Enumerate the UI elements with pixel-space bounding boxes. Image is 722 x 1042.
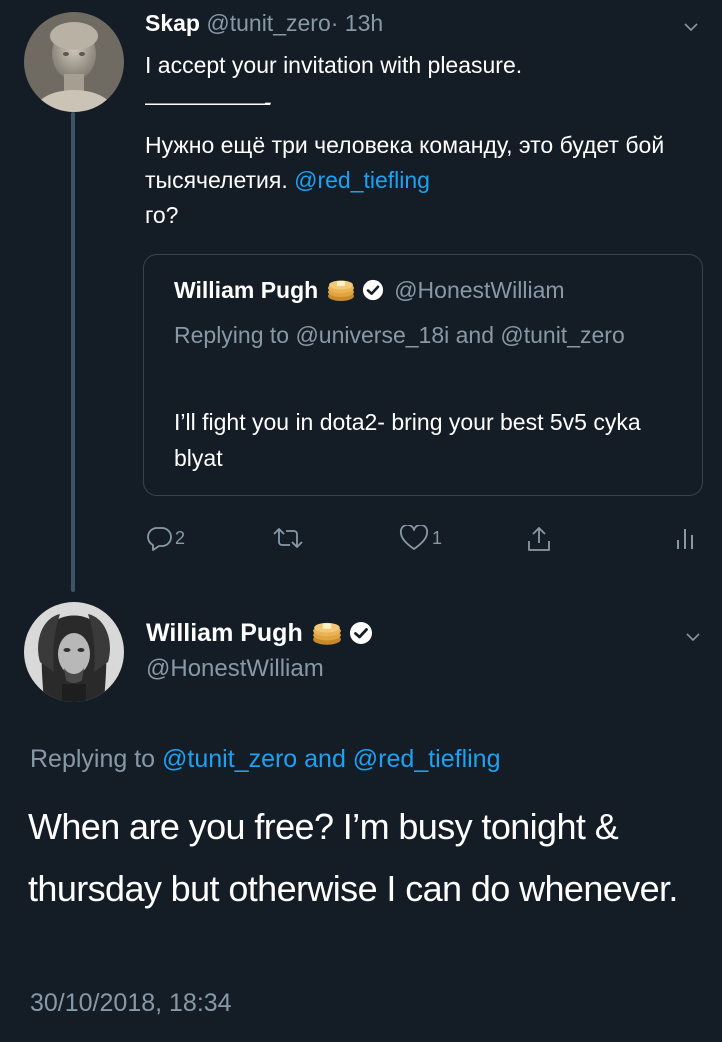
quoted-tweet-header: William Pugh @HonestWilliam (174, 275, 565, 305)
reply-icon (147, 527, 172, 551)
tweet2-author-name[interactable]: William Pugh (146, 618, 303, 648)
tweet2-replying-mentions[interactable]: @tunit_zero and @red_tiefling (162, 745, 500, 773)
pancakes-emoji-icon (312, 622, 341, 645)
tweet1-main-text: Нужно ещё три человека команду, это буде… (145, 128, 705, 233)
quoted-tweet-card[interactable]: William Pugh @HonestWilliam Replying to … (143, 254, 703, 496)
avatar-skap[interactable] (24, 12, 124, 112)
quoted-author-name: William Pugh (174, 277, 319, 303)
like-button[interactable]: 1 (399, 525, 442, 551)
reply-button[interactable]: 2 (145, 525, 185, 551)
tweet2-text: When are you free? I’m busy tonight & th… (28, 806, 678, 909)
tweet2-replying-to: Replying to @tunit_zero and @red_tieflin… (30, 742, 500, 776)
retweet-button[interactable] (271, 525, 305, 551)
like-count: 1 (432, 527, 443, 548)
retweet-icon (273, 528, 303, 548)
reply-count: 2 (175, 527, 186, 548)
tweet1-author-name[interactable]: Skap (145, 10, 200, 36)
pancakes-emoji-icon (328, 280, 355, 301)
tweet2-replying-prefix: Replying to (30, 745, 163, 773)
thread-connector-line (71, 112, 75, 592)
share-icon (528, 527, 550, 551)
avatar-william-pugh[interactable] (24, 602, 124, 702)
tweet1-separator: ———————- (145, 89, 272, 115)
quoted-tweet-text: I’ll fight you in dota2- bring your best… (174, 409, 641, 471)
share-button[interactable] (525, 525, 553, 553)
verified-badge-icon (349, 622, 372, 644)
tweet1-line1: I accept your invitation with pleasure. (145, 52, 523, 78)
mention-red-tiefling[interactable]: @red_tiefling (294, 167, 430, 193)
tweet2-timestamp[interactable]: 30/10/2018, 18:34 (30, 988, 232, 1018)
chevron-down-icon[interactable] (686, 630, 700, 644)
verified-badge-icon (363, 279, 384, 301)
analytics-icon (677, 529, 693, 549)
chevron-down-icon[interactable] (684, 20, 698, 34)
tweet1-action-bar: 2 1 (145, 525, 705, 561)
heart-icon (399, 525, 429, 550)
tweet1-time[interactable]: · 13h (331, 10, 383, 36)
tweet2-author-handle[interactable]: @HonestWilliam (146, 654, 324, 684)
tweet1-header: Skap @tunit_zero· 13h (145, 8, 383, 38)
quoted-author-handle: @HonestWilliam (394, 277, 565, 303)
tweet1-text-after-mention: го? (145, 202, 179, 228)
tweet1-author-handle[interactable]: @tunit_zero (206, 10, 330, 36)
tweet2-header: William Pugh (146, 618, 373, 648)
tweet1-body: I accept your invitation with pleasure. … (145, 48, 705, 233)
analytics-button[interactable] (675, 525, 695, 551)
quoted-replying-to: Replying to @universe_18i and @tunit_zer… (174, 322, 625, 348)
